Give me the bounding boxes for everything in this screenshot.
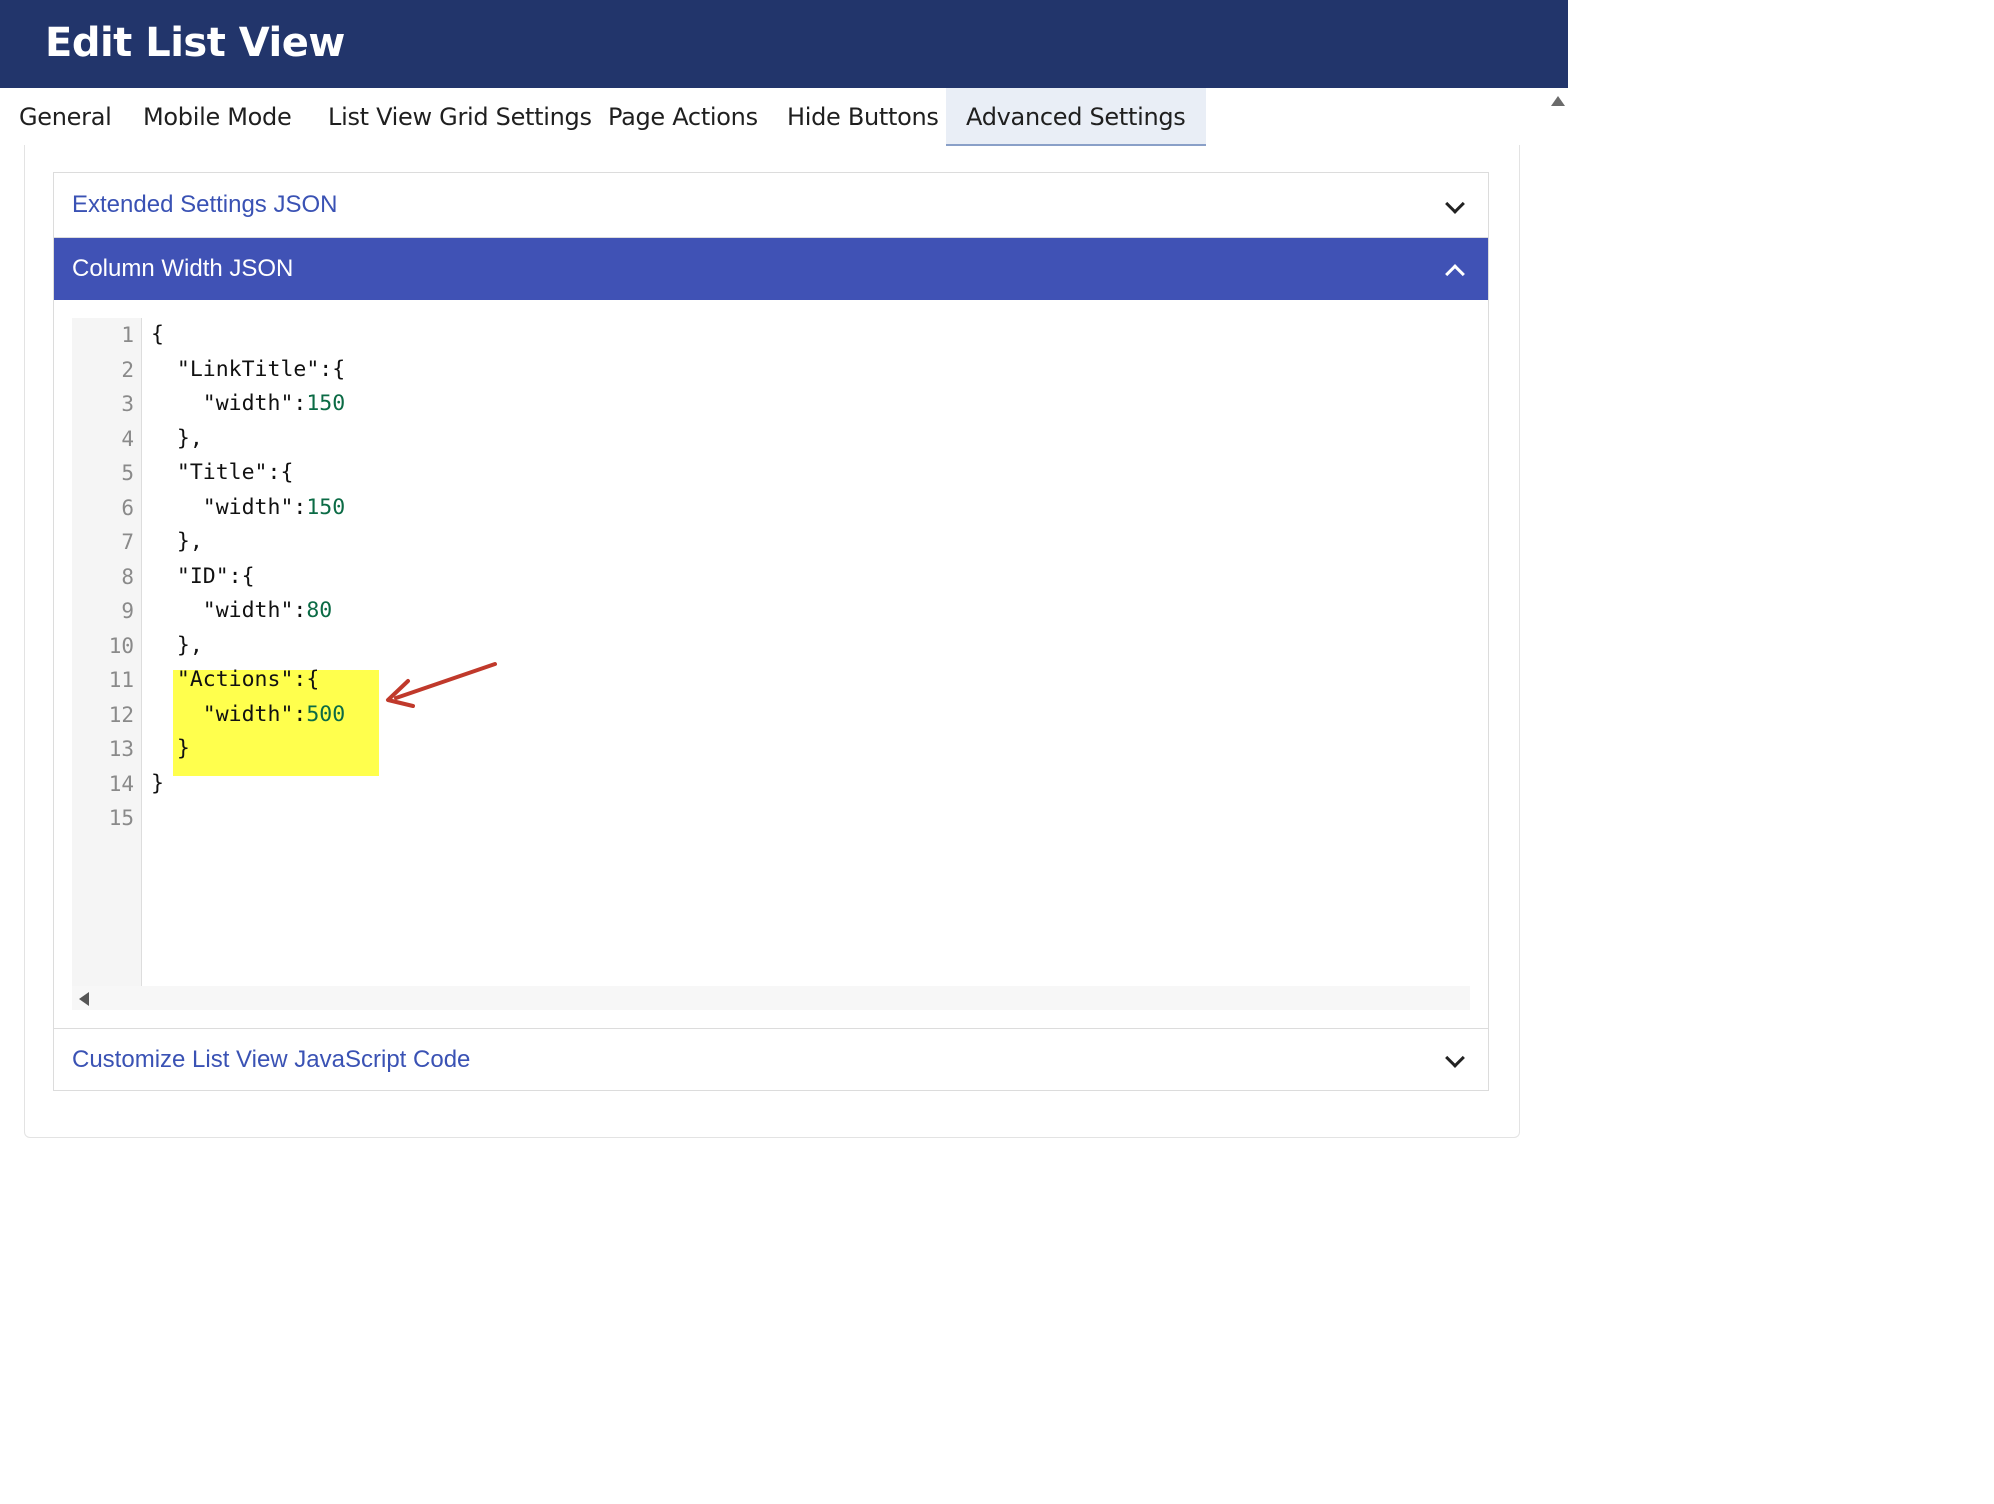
line-number: 6 — [121, 495, 134, 520]
line-number: 3 — [121, 392, 134, 416]
line-number: 14 — [108, 771, 134, 796]
code-line: "LinkTitle":{ — [151, 356, 346, 382]
line-number: 1 — [121, 323, 134, 347]
section-label: Column Width JSON — [72, 255, 294, 282]
code-line: "width":150 — [151, 391, 346, 416]
code-line: }, — [151, 425, 203, 451]
line-number: 4 — [121, 426, 134, 451]
code-editor[interactable]: 1 2 3 4 5 6 7 8 9 10 11 12 13 14 15 { "L… — [72, 318, 1470, 1010]
code-line: { — [151, 322, 164, 347]
code-line: "width":150 — [151, 494, 346, 520]
code-line: } — [151, 770, 164, 796]
code-line: "Actions":{ — [151, 667, 320, 692]
section-label: Extended Settings JSON — [72, 191, 338, 218]
code-line: }, — [151, 529, 203, 554]
customize-js-code-header[interactable]: Customize List View JavaScript Code — [54, 1029, 1488, 1090]
tab-bar: General Mobile Mode List View Grid Setti… — [0, 88, 1550, 146]
line-number: 9 — [121, 599, 134, 623]
title-bar: Edit List View — [0, 0, 1568, 88]
scroll-up-arrow-icon[interactable] — [1551, 96, 1565, 106]
line-number: 7 — [121, 530, 134, 554]
chevron-up-icon — [1445, 264, 1465, 284]
page-title: Edit List View — [45, 20, 345, 66]
code-line: "width":500 — [151, 701, 346, 727]
line-number: 11 — [108, 668, 134, 692]
arrow-icon — [386, 662, 497, 708]
settings-accordion: Extended Settings JSON Column Width JSON… — [53, 172, 1489, 1091]
tab-list-view-grid-settings[interactable]: List View Grid Settings — [328, 88, 592, 144]
section-label: Customize List View JavaScript Code — [72, 1046, 471, 1073]
tab-general[interactable]: General — [19, 88, 112, 144]
horizontal-scrollbar[interactable] — [72, 986, 1470, 1010]
tab-page-actions[interactable]: Page Actions — [608, 88, 758, 144]
code-line: "Title":{ — [151, 460, 294, 485]
line-number: 13 — [108, 737, 134, 761]
code-line: } — [151, 736, 190, 761]
extended-settings-json-header[interactable]: Extended Settings JSON — [54, 173, 1488, 237]
tab-hide-buttons[interactable]: Hide Buttons — [787, 88, 939, 144]
code-line: "ID":{ — [151, 563, 255, 589]
chevron-down-icon — [1445, 194, 1465, 214]
line-number: 15 — [108, 806, 134, 830]
line-number: 2 — [121, 357, 134, 382]
line-number: 8 — [121, 564, 134, 589]
line-number-gutter: 1 2 3 4 5 6 7 8 9 10 11 12 13 14 15 — [72, 318, 142, 986]
line-number: 10 — [108, 633, 134, 658]
line-number: 5 — [121, 461, 134, 485]
code-line: }, — [151, 632, 203, 658]
chevron-down-icon — [1445, 1048, 1465, 1068]
column-width-json-header[interactable]: Column Width JSON — [54, 238, 1488, 300]
line-number: 12 — [108, 702, 134, 727]
tab-mobile-mode[interactable]: Mobile Mode — [143, 88, 292, 144]
code-line: "width":80 — [151, 598, 333, 623]
scroll-left-arrow-icon[interactable] — [79, 992, 89, 1006]
tab-advanced-settings[interactable]: Advanced Settings — [946, 88, 1206, 146]
